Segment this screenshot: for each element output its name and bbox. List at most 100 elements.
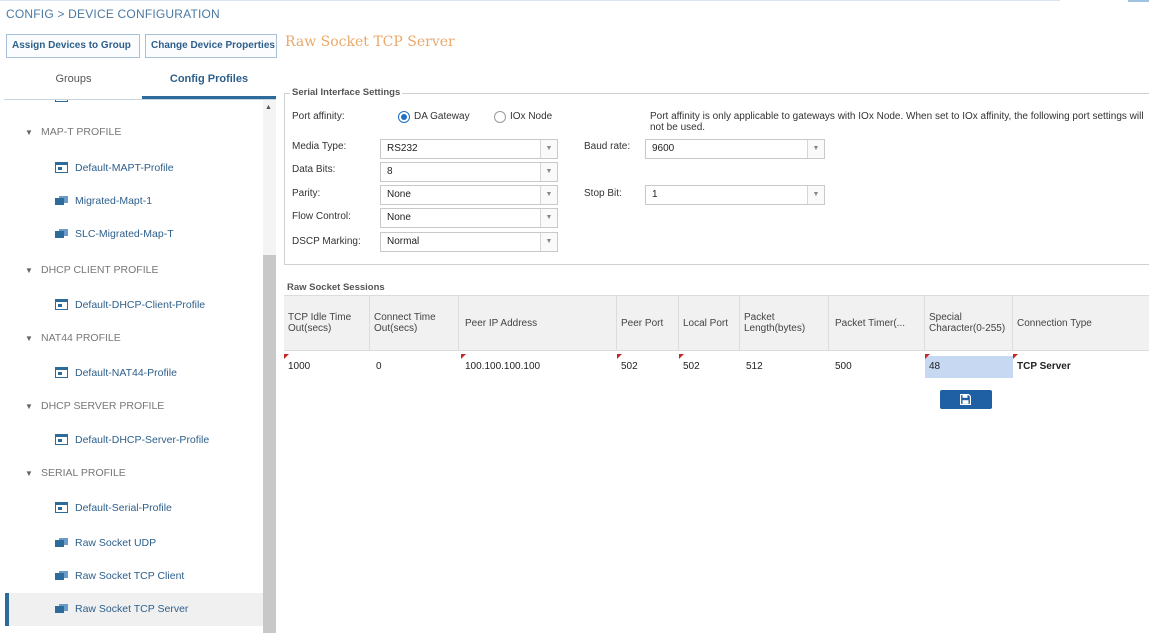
section-map-t-profile[interactable]: ▼ MAP-T PROFILE [5, 116, 263, 149]
sidebar-item-default-nat44[interactable]: Default-NAT44-Profile [5, 357, 263, 390]
profile-custom-icon [55, 571, 68, 580]
sidebar-item-raw-socket-tcp-client[interactable]: Raw Socket TCP Client [5, 560, 263, 593]
sidebar-item-raw-socket-udp[interactable]: Raw Socket UDP [5, 527, 263, 560]
section-label: MAP-T PROFILE [41, 126, 122, 138]
profile-custom-icon [55, 604, 68, 613]
parity-select[interactable]: None ▼ [380, 185, 558, 205]
profile-default-icon [55, 367, 68, 378]
caret-down-icon: ▼ [25, 266, 33, 275]
sidebar-item-label: Default-DHCP-Client-Profile [75, 299, 206, 311]
column-header-special-character[interactable]: Special Character(0-255) [925, 295, 1013, 351]
cell-connection-type[interactable]: TCP Server [1013, 354, 1149, 378]
breadcrumb: CONFIG > DEVICE CONFIGURATION [6, 7, 220, 21]
column-header-packet-timer[interactable]: Packet Timer(... [829, 295, 925, 351]
tab-groups[interactable]: Groups [5, 62, 142, 97]
cell-packet-timer[interactable]: 500 [831, 356, 925, 378]
column-header-packet-length[interactable]: Packet Length(bytes) [740, 295, 829, 351]
column-header-peer-ip[interactable]: Peer IP Address [459, 295, 617, 351]
port-affinity-label: Port affinity: [292, 111, 345, 122]
cell-packet-length[interactable]: 512 [742, 356, 829, 378]
profile-custom-icon [55, 538, 68, 547]
sidebar-item-default-mapt[interactable]: Default-MAPT-Profile [5, 152, 263, 185]
tab-config-profiles[interactable]: Config Profiles [142, 62, 276, 97]
parity-value: None [387, 189, 411, 200]
sidebar-item-migrated-mapt-1[interactable]: Migrated-Mapt-1 [5, 185, 263, 218]
sidebar-item-slc-migrated-map-t[interactable]: SLC-Migrated-Map-T [5, 218, 263, 251]
sidebar-item-default-dhcp-client[interactable]: Default-DHCP-Client-Profile [5, 289, 263, 322]
top-divider [0, 0, 1060, 1]
chevron-down-icon: ▼ [807, 186, 824, 204]
column-header-local-port[interactable]: Local Port [679, 295, 740, 351]
sidebar-item-label: SLC-Migrated-Map-T [75, 228, 174, 240]
column-header-connection-type[interactable]: Connection Type [1013, 295, 1149, 351]
radio-da-gateway[interactable] [398, 111, 410, 123]
stop-bit-label: Stop Bit: [584, 188, 622, 199]
sidebar-item-default-dscp[interactable]: Default-DSCP-Profile [5, 100, 263, 114]
cell-local-port[interactable]: 502 [679, 354, 740, 378]
sidebar-item-label: Default-MAPT-Profile [75, 162, 174, 174]
sidebar-item-label: Default-DHCP-Server-Profile [75, 434, 210, 446]
scroll-up-icon[interactable]: ▲ [265, 104, 272, 111]
sidebar-item-label: Migrated-Mapt-1 [75, 195, 153, 207]
port-affinity-note: Port affinity is only applicable to gate… [650, 111, 1144, 133]
sidebar-item-default-serial[interactable]: Default-Serial-Profile [5, 492, 263, 525]
data-bits-label: Data Bits: [292, 164, 336, 175]
profile-custom-icon [55, 229, 68, 238]
assign-devices-button[interactable]: Assign Devices to Group [6, 34, 140, 58]
profile-tree: Default-DSCP-Profile ▼ MAP-T PROFILE Defa… [5, 100, 263, 633]
serial-settings-legend: Serial Interface Settings [290, 87, 403, 98]
cell-connect-timeout[interactable]: 0 [372, 356, 459, 378]
section-label: DHCP SERVER PROFILE [41, 400, 165, 412]
save-icon [960, 394, 971, 405]
data-bits-select[interactable]: 8 ▼ [380, 162, 558, 182]
profile-default-icon [55, 502, 68, 513]
dscp-marking-value: Normal [387, 236, 420, 247]
column-header-connect-timeout[interactable]: Connect Time Out(secs) [370, 295, 459, 351]
profile-default-icon [55, 299, 68, 310]
radio-iox-node[interactable] [494, 111, 506, 123]
sidebar-item-label: Raw Socket TCP Server [75, 603, 189, 615]
sidebar-scrollbar-thumb[interactable] [263, 255, 276, 633]
sessions-title: Raw Socket Sessions [287, 282, 385, 293]
media-type-select[interactable]: RS232 ▼ [380, 139, 558, 159]
chevron-down-icon: ▼ [540, 209, 557, 227]
sidebar-item-label: Default-Serial-Profile [75, 502, 172, 514]
section-serial-profile[interactable]: ▼ SERIAL PROFILE [5, 457, 263, 490]
flow-control-label: Flow Control: [292, 211, 351, 222]
save-button[interactable] [940, 390, 992, 409]
top-accent [1128, 0, 1149, 2]
radio-da-gateway-label[interactable]: DA Gateway [414, 111, 470, 122]
cell-peer-ip[interactable]: 100.100.100.100 [461, 354, 617, 378]
section-label: SERIAL PROFILE [41, 467, 126, 479]
chevron-down-icon: ▼ [540, 233, 557, 251]
data-bits-value: 8 [387, 166, 393, 177]
media-type-value: RS232 [387, 143, 418, 154]
column-header-peer-port[interactable]: Peer Port [617, 295, 679, 351]
chevron-down-icon: ▼ [807, 140, 824, 158]
media-type-label: Media Type: [292, 141, 347, 152]
caret-down-icon: ▼ [25, 128, 33, 137]
section-dhcp-client-profile[interactable]: ▼ DHCP CLIENT PROFILE [5, 254, 263, 287]
column-header-tcp-idle-timeout[interactable]: TCP Idle Time Out(secs) [284, 295, 370, 351]
flow-control-select[interactable]: None ▼ [380, 208, 558, 228]
baud-rate-value: 9600 [652, 143, 675, 154]
sidebar-item-label: Raw Socket TCP Client [75, 570, 185, 582]
caret-down-icon: ▼ [25, 402, 33, 411]
cell-special-character[interactable]: 48 [925, 354, 1013, 378]
radio-iox-node-label[interactable]: IOx Node [510, 111, 552, 122]
change-device-properties-button[interactable]: Change Device Properties [145, 34, 277, 58]
cell-tcp-idle-timeout[interactable]: 1000 [284, 354, 370, 378]
sidebar-item-default-dhcp-server[interactable]: Default-DHCP-Server-Profile [5, 424, 263, 457]
baud-rate-select[interactable]: 9600 ▼ [645, 139, 825, 159]
dscp-marking-select[interactable]: Normal ▼ [380, 232, 558, 252]
section-nat44-profile[interactable]: ▼ NAT44 PROFILE [5, 322, 263, 355]
chevron-down-icon: ▼ [540, 186, 557, 204]
cell-peer-port[interactable]: 502 [617, 354, 679, 378]
section-label: DHCP CLIENT PROFILE [41, 264, 159, 276]
dscp-marking-label: DSCP Marking: [292, 236, 361, 247]
stop-bit-select[interactable]: 1 ▼ [645, 185, 825, 205]
profile-default-icon [55, 434, 68, 445]
section-dhcp-server-profile[interactable]: ▼ DHCP SERVER PROFILE [5, 390, 263, 423]
caret-down-icon: ▼ [25, 334, 33, 343]
sidebar-item-raw-socket-tcp-server[interactable]: Raw Socket TCP Server [5, 593, 263, 626]
